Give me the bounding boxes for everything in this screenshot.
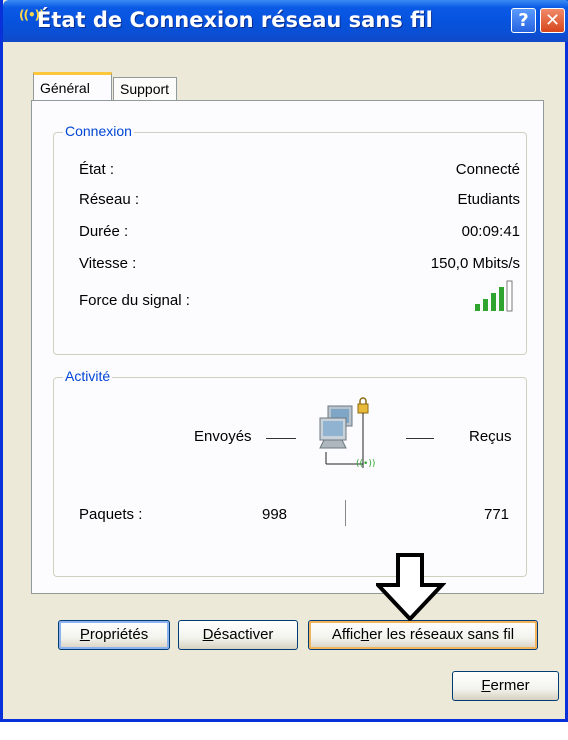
afficher-reseaux-button[interactable]: Afficher les réseaux sans fil xyxy=(308,620,538,650)
connexion-group: Connexion État : Connecté Réseau : Etudi… xyxy=(53,123,527,355)
duree-label: Durée : xyxy=(79,223,129,240)
network-computers-icon: ((•)) xyxy=(319,397,375,469)
desactiver-accel: D xyxy=(202,626,214,643)
paquets-received-value: 771 xyxy=(484,506,510,523)
signal-bar-2 xyxy=(483,299,488,311)
vitesse-value: 150,0 Mbits/s xyxy=(430,255,520,272)
dialog-window: ((•)) État de Connexion réseau sans fil … xyxy=(0,0,568,722)
signal-bar-4 xyxy=(499,287,504,311)
desactiver-post: ésactiver xyxy=(213,626,274,643)
afficher-post: er les réseaux sans fil xyxy=(369,626,515,643)
desactiver-button[interactable]: Désactiver xyxy=(178,620,298,650)
afficher-pre: Affic xyxy=(331,626,361,643)
signal-strength-icon xyxy=(475,280,513,312)
down-arrow-annotation-icon xyxy=(376,553,446,621)
reseau-value: Etudiants xyxy=(457,191,520,208)
etat-value: Connecté xyxy=(455,161,520,178)
paquets-sent-value: 998 xyxy=(262,506,288,523)
window-title: État de Connexion réseau sans fil xyxy=(37,8,433,32)
close-button[interactable]: ✕ xyxy=(540,8,565,33)
help-button[interactable]: ? xyxy=(511,8,536,33)
tab-panel-general: Connexion État : Connecté Réseau : Etudi… xyxy=(31,100,544,594)
svg-text:((•)): ((•)) xyxy=(356,459,375,469)
fermer-post: ermer xyxy=(490,677,530,694)
fermer-button[interactable]: Fermer xyxy=(452,671,559,701)
etat-label: État : xyxy=(79,161,115,178)
vitesse-label: Vitesse : xyxy=(79,255,137,272)
signal-bar-1 xyxy=(475,304,480,311)
received-line xyxy=(406,438,434,439)
title-bar[interactable]: ((•)) État de Connexion réseau sans fil … xyxy=(3,0,568,42)
proprietes-accel: P xyxy=(79,626,90,643)
tab-support[interactable]: Support xyxy=(113,77,177,101)
envoyes-label: Envoyés xyxy=(194,428,252,445)
signal-bar-5 xyxy=(506,280,513,312)
packets-separator xyxy=(345,500,346,526)
signal-bar-3 xyxy=(491,293,496,311)
recus-label: Reçus xyxy=(469,428,512,445)
paquets-label: Paquets : xyxy=(79,506,143,523)
afficher-accel: h xyxy=(360,626,370,643)
tab-general[interactable]: Général xyxy=(33,72,112,100)
reseau-label: Réseau : xyxy=(79,191,140,208)
connexion-legend: Connexion xyxy=(63,123,134,139)
signal-label: Force du signal : xyxy=(79,292,190,309)
proprietes-post: ropriétés xyxy=(89,626,149,643)
activite-legend: Activité xyxy=(63,368,113,384)
activite-group: Activité Envoyés ((•)) Reçus Paquets : 9… xyxy=(53,368,527,577)
proprietes-button[interactable]: Propriétés xyxy=(58,620,170,650)
duree-value: 00:09:41 xyxy=(461,223,520,240)
sent-line xyxy=(266,438,296,439)
fermer-accel: F xyxy=(481,677,491,694)
